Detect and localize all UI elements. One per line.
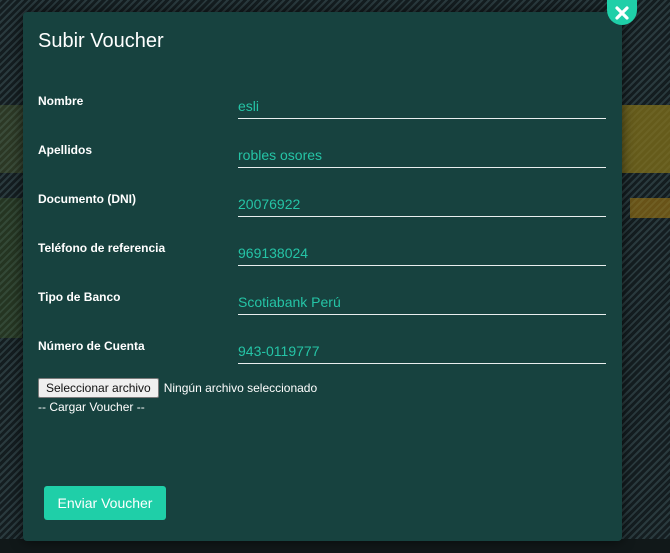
field-row-documento: Documento (DNI)	[38, 192, 606, 222]
field-row-telefono: Teléfono de referencia	[38, 241, 606, 271]
file-upload: Seleccionar archivo Ningún archivo selec…	[38, 378, 317, 398]
documento-input[interactable]	[238, 192, 606, 217]
field-label-cuenta: Número de Cuenta	[38, 339, 145, 353]
field-label-documento: Documento (DNI)	[38, 192, 136, 206]
close-x-icon	[615, 5, 629, 20]
modal-title: Subir Voucher	[38, 30, 164, 52]
field-label-telefono: Teléfono de referencia	[38, 241, 166, 255]
upload-voucher-caption: -- Cargar Voucher --	[38, 400, 145, 414]
select-file-button[interactable]: Seleccionar archivo	[38, 378, 159, 398]
close-button[interactable]	[607, 0, 637, 25]
banco-input[interactable]	[238, 290, 606, 315]
voucher-modal: Subir Voucher Nombre Apellidos Documento…	[23, 12, 622, 541]
file-status-text: Ningún archivo seleccionado	[163, 381, 318, 395]
background-footer	[0, 539, 670, 553]
field-label-nombre: Nombre	[38, 94, 84, 108]
background-strip	[630, 198, 670, 218]
nombre-input[interactable]	[238, 94, 606, 119]
field-row-apellidos: Apellidos	[38, 143, 606, 173]
field-label-banco: Tipo de Banco	[38, 290, 121, 304]
send-voucher-button[interactable]: Enviar Voucher	[44, 486, 166, 520]
apellidos-input[interactable]	[238, 143, 606, 168]
field-row-nombre: Nombre	[38, 94, 606, 124]
field-label-apellidos: Apellidos	[38, 143, 93, 157]
field-row-banco: Tipo de Banco	[38, 290, 606, 320]
field-row-cuenta: Número de Cuenta	[38, 339, 606, 369]
background-band-accent	[622, 105, 670, 173]
cuenta-input[interactable]	[238, 339, 606, 364]
background-strip-left	[0, 198, 22, 338]
telefono-input[interactable]	[238, 241, 606, 266]
